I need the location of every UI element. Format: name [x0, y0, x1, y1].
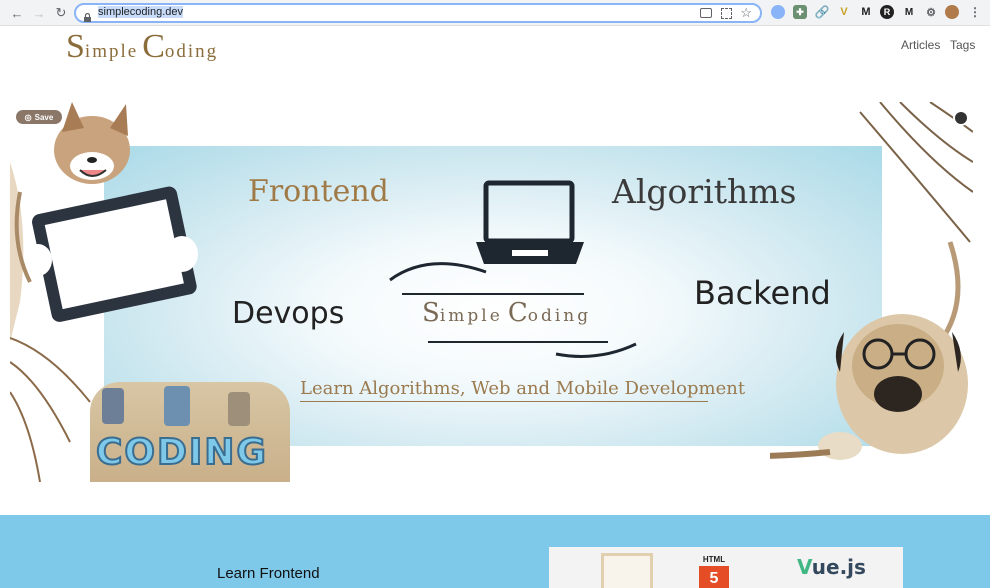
link-icon[interactable]: 🔗	[815, 5, 830, 19]
kebab-menu-icon[interactable]: ⋮	[968, 5, 982, 19]
brand-letter-c: C	[507, 298, 528, 328]
back-arrow-icon[interactable]: ←	[8, 4, 26, 22]
door-illustration	[601, 553, 653, 588]
learn-frontend-section: Learn Frontend HTML 5 Vue.js	[0, 515, 990, 588]
nav-tags[interactable]: Tags	[950, 38, 975, 52]
hero-word-frontend: Frontend	[248, 174, 389, 209]
coding-robots-illustration: CODING	[90, 382, 290, 482]
forward-arrow-icon[interactable]: →	[30, 4, 48, 22]
extension-circle-icon[interactable]	[771, 5, 785, 19]
vue-label: ue.js	[811, 555, 866, 579]
save-label: Save	[34, 112, 54, 122]
html5-label: HTML	[702, 555, 726, 564]
section-title: Learn Frontend	[217, 565, 320, 582]
logo-letter-c: C	[142, 28, 165, 65]
extension-m2-icon[interactable]: M	[902, 5, 916, 19]
site-header: Simple Coding Articles Tags	[0, 26, 990, 72]
robot-2-icon	[164, 386, 190, 426]
browser-toolbar: ← → ↻ simplecoding.dev ☆ ✚ 🔗 V M R M ⚙ ⋮	[0, 0, 990, 26]
puzzle-icon[interactable]: ⚙	[924, 5, 938, 19]
lock-icon	[84, 9, 91, 22]
coding-block-letters: CODING	[95, 431, 268, 474]
address-bar[interactable]: simplecoding.dev ☆	[74, 3, 762, 23]
extension-r-icon[interactable]: R	[880, 5, 894, 19]
extension-v-icon[interactable]: V	[837, 5, 851, 19]
pug-with-glasses-illustration	[770, 102, 973, 460]
pin-icon: ◎	[24, 112, 32, 122]
extension-m-icon[interactable]: M	[859, 5, 873, 19]
nav-articles[interactable]: Articles	[901, 38, 940, 52]
hero-brand-logo: Simple Coding	[422, 298, 591, 328]
cast-icon[interactable]	[700, 8, 712, 18]
hero-word-devops: Devops	[232, 296, 345, 331]
url-text[interactable]: simplecoding.dev	[98, 6, 183, 18]
qr-icon[interactable]	[721, 8, 732, 19]
html5-shield: 5	[699, 566, 729, 588]
profile-avatar[interactable]	[945, 5, 959, 19]
brand-word-imple: imple	[439, 306, 503, 326]
html5-badge-icon: HTML 5	[695, 555, 733, 588]
google-lens-icon[interactable]	[953, 110, 969, 126]
hero-banner: ◎ Save CODING Frontend Algorithms Devops…	[10, 102, 973, 482]
hero-word-algorithms: Algorithms	[612, 172, 797, 211]
robot-3-icon	[228, 392, 250, 426]
logo-word-imple: imple	[84, 41, 139, 62]
hero-tagline: Learn Algorithms, Web and Mobile Develop…	[300, 378, 745, 402]
reload-icon[interactable]: ↻	[52, 4, 70, 22]
vue-v-icon: V	[797, 555, 812, 579]
extension-grid-icon[interactable]: ✚	[793, 5, 807, 19]
brand-letter-s: S	[422, 298, 440, 328]
site-logo[interactable]: Simple Coding	[66, 28, 218, 66]
brand-word-oding: oding	[527, 306, 592, 326]
robot-1-icon	[102, 388, 124, 424]
logo-letter-s: S	[66, 28, 85, 65]
vuejs-logo: Vue.js	[797, 555, 866, 579]
pinterest-save-button[interactable]: ◎ Save	[16, 110, 62, 124]
frontend-preview-image[interactable]: HTML 5 Vue.js	[549, 547, 903, 588]
bookmark-star-icon[interactable]: ☆	[740, 5, 752, 21]
logo-word-oding: oding	[164, 41, 219, 62]
